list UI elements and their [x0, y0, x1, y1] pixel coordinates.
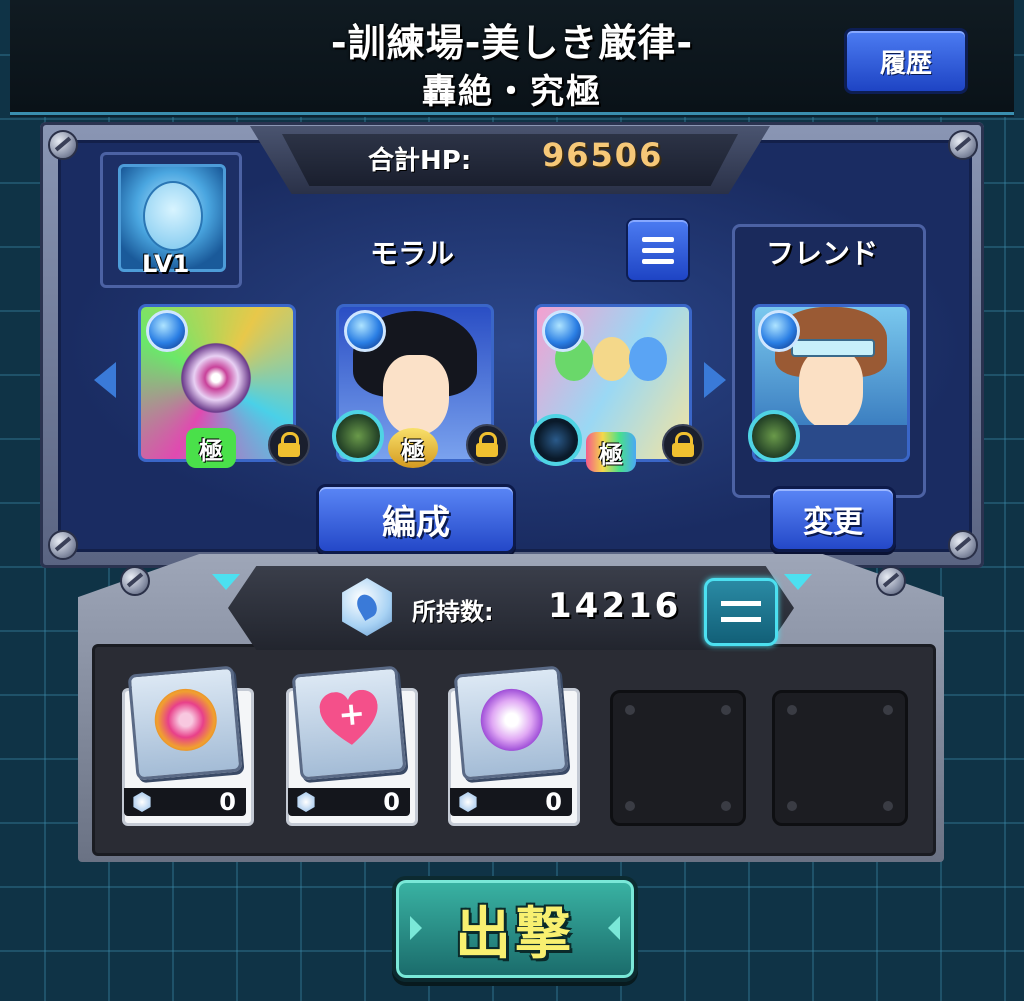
change-friend-button[interactable]: 変更 — [770, 486, 896, 552]
arrow-right-icon — [608, 916, 620, 940]
monster-face — [799, 349, 863, 429]
water-element-icon — [542, 310, 584, 352]
kiwame-badge: 極 — [388, 428, 438, 468]
item-count-bar: 0 — [124, 788, 246, 816]
friend-label: フレンド — [766, 237, 879, 270]
kiwame-badge: 極 — [186, 428, 236, 468]
total-hp-value: 96506 — [542, 136, 664, 174]
sortie-button[interactable]: 出撃 — [392, 876, 638, 982]
list-icon — [642, 259, 674, 264]
team-name: モラル — [370, 237, 455, 270]
bolt-icon — [48, 130, 78, 160]
item-slot-power[interactable]: 0 — [122, 665, 254, 826]
team-list-button[interactable] — [626, 218, 690, 282]
triangle-icon — [212, 574, 240, 590]
edit-team-button[interactable]: 編成 — [316, 484, 516, 554]
lock-icon — [466, 424, 508, 466]
leader-face-icon — [143, 181, 203, 251]
item-count: 0 — [545, 788, 562, 816]
gauge-skill-icon — [748, 410, 800, 462]
prev-team-arrow-icon[interactable] — [94, 362, 116, 398]
water-element-icon — [344, 310, 386, 352]
item-slot-speed[interactable]: 0 — [448, 665, 580, 826]
lock-icon — [268, 424, 310, 466]
swap-button[interactable] — [704, 578, 778, 646]
kiwame-badge: 極 — [586, 432, 636, 472]
leader-level: LV1 — [142, 250, 190, 278]
orb-token-icon — [133, 792, 151, 812]
owned-value: 14216 — [548, 586, 682, 626]
bolt-icon — [948, 130, 978, 160]
next-team-arrow-icon[interactable] — [704, 362, 726, 398]
total-hp-bar-inner — [282, 134, 738, 186]
bolt-icon — [120, 566, 150, 596]
list-icon — [642, 237, 674, 242]
item-tile — [127, 665, 243, 781]
triangle-icon — [784, 574, 812, 590]
sortie-label: 出撃 — [455, 901, 575, 967]
total-hp-label: 合計HP: — [368, 146, 472, 176]
lock-icon — [662, 424, 704, 466]
swap-arrows-icon — [721, 617, 761, 622]
empty-item-slot — [610, 690, 746, 826]
speed-boost-icon — [478, 686, 546, 754]
heart-plus-icon — [318, 689, 381, 752]
item-count: 0 — [383, 788, 400, 816]
quest-header: -訓練場-美しき厳律- 轟絶・究極 履歴 — [10, 0, 1014, 115]
monster-headband — [791, 339, 875, 357]
monster-portrait — [629, 337, 667, 381]
item-tile — [291, 665, 407, 781]
power-boost-icon — [152, 686, 220, 754]
gauge-skill-icon — [530, 414, 582, 466]
history-button[interactable]: 履歴 — [844, 28, 968, 94]
monster-face — [383, 355, 449, 435]
item-tile — [453, 665, 569, 781]
bolt-icon — [48, 530, 78, 560]
gauge-skill-icon — [332, 410, 384, 462]
list-icon — [642, 248, 674, 253]
item-slot-heal[interactable]: 0 — [286, 665, 418, 826]
empty-item-slot — [772, 690, 908, 826]
owned-label: 所持数: — [412, 598, 494, 626]
bolt-icon — [948, 530, 978, 560]
swap-arrows-icon — [721, 601, 761, 606]
water-element-icon — [758, 310, 800, 352]
water-element-icon — [146, 310, 188, 352]
item-count: 0 — [219, 788, 236, 816]
item-count-bar: 0 — [450, 788, 572, 816]
item-count-bar: 0 — [288, 788, 410, 816]
monster-portrait — [177, 339, 255, 417]
monster-portrait — [593, 337, 631, 381]
bolt-icon — [876, 566, 906, 596]
arrow-left-icon — [410, 916, 422, 940]
orb-token-icon — [297, 792, 315, 812]
orb-token-icon — [459, 792, 477, 812]
